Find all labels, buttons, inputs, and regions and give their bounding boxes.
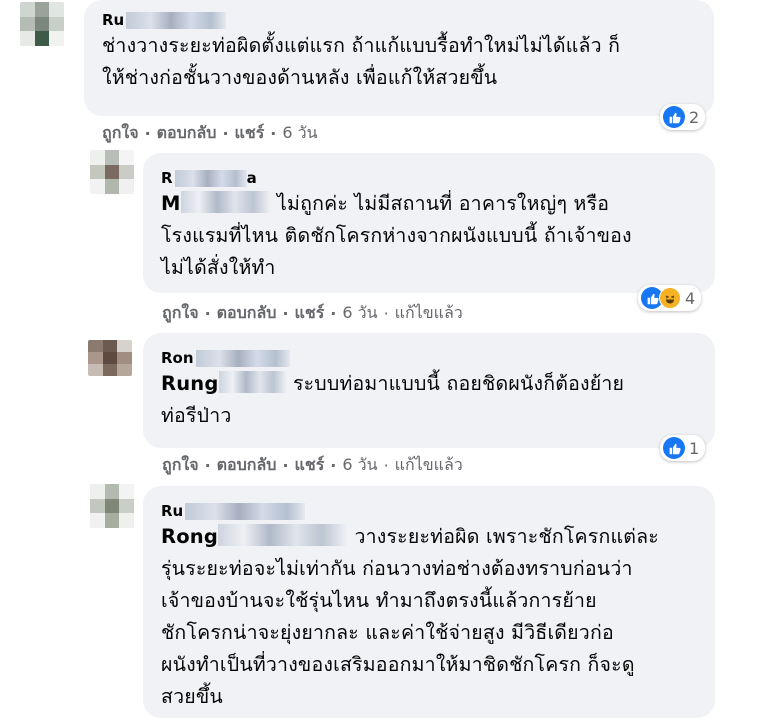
timestamp[interactable]: 6 วัน — [342, 301, 377, 326]
redacted-name — [174, 169, 247, 187]
edited-label[interactable]: แก้ไขแล้ว — [395, 453, 463, 478]
comment-text: M ไม่ถูกค่ะ ไม่มีสถานที่ อาคารใหญ่ๆ หรือ… — [161, 191, 632, 279]
avatar[interactable] — [20, 2, 64, 46]
comment-bubble: Ra M ไม่ถูกค่ะ ไม่มีสถานที่ อาคารใหญ่ๆ ห… — [143, 153, 715, 293]
mention-tag[interactable]: Rung — [161, 372, 219, 395]
like-reaction-icon — [663, 106, 685, 128]
comment-author[interactable]: Ru — [161, 501, 697, 521]
haha-reaction-icon — [659, 287, 681, 309]
avatar[interactable] — [90, 150, 134, 194]
reaction-count[interactable]: 1 — [660, 435, 706, 461]
like-action[interactable]: ถูกใจ — [162, 453, 199, 478]
reply-action[interactable]: ตอบกลับ — [157, 121, 217, 146]
edited-label[interactable]: แก้ไขแล้ว — [395, 301, 463, 326]
comment-text: ช่างวางระยะท่อผิดตั้งแต่แรก ถ้าแก้แบบรื้… — [102, 34, 621, 89]
comment-text: Rong วางระยะท่อผิด เพราะชักโครกแต่ละ รุ่… — [161, 524, 659, 708]
comment-bubble: Ru Rong วางระยะท่อผิด เพราะชักโครกแต่ละ … — [143, 486, 715, 718]
avatar[interactable] — [90, 484, 134, 528]
like-reaction-icon — [663, 437, 685, 459]
comment-author[interactable]: Ru — [102, 10, 696, 30]
avatar[interactable] — [88, 340, 132, 376]
comment-actions: ถูกใจ · ตอบกลับ · แชร์ · 6 วัน · แก้ไขแล… — [162, 453, 463, 478]
timestamp[interactable]: 6 วัน — [342, 453, 377, 478]
comment-author[interactable]: Ron — [161, 348, 697, 368]
like-action[interactable]: ถูกใจ — [102, 121, 139, 146]
redacted-name — [185, 502, 306, 520]
redacted-mention — [218, 524, 349, 546]
comment-text: Rung ระบบท่อมาแบบนี้ ถอยชิดผนังก็ต้องย้า… — [161, 371, 625, 427]
reaction-count[interactable]: 2 — [660, 104, 706, 130]
reaction-count[interactable]: 4 — [638, 285, 702, 311]
reply-action[interactable]: ตอบกลับ — [217, 453, 277, 478]
comment-bubble: Ron Rung ระบบท่อมาแบบนี้ ถอยชิดผนังก็ต้อ… — [143, 333, 715, 448]
comment-bubble: Ru ช่างวางระยะท่อผิดตั้งแต่แรก ถ้าแก้แบบ… — [84, 0, 714, 116]
share-action[interactable]: แชร์ — [235, 121, 265, 146]
share-action[interactable]: แชร์ — [295, 453, 325, 478]
comment-actions: ถูกใจ · ตอบกลับ · แชร์ · 6 วัน — [102, 121, 318, 146]
share-action[interactable]: แชร์ — [295, 301, 325, 326]
like-action[interactable]: ถูกใจ — [162, 301, 199, 326]
comment-actions: ถูกใจ · ตอบกลับ · แชร์ · 6 วัน · แก้ไขแล… — [162, 301, 463, 326]
redacted-name — [195, 349, 290, 367]
comment-author[interactable]: Ra — [161, 168, 697, 188]
mention-tag[interactable]: M — [161, 192, 181, 215]
redacted-mention — [218, 371, 287, 393]
timestamp[interactable]: 6 วัน — [282, 121, 317, 146]
mention-tag[interactable]: Rong — [161, 525, 218, 548]
redacted-name — [126, 11, 227, 29]
redacted-mention — [180, 191, 271, 213]
reply-action[interactable]: ตอบกลับ — [217, 301, 277, 326]
